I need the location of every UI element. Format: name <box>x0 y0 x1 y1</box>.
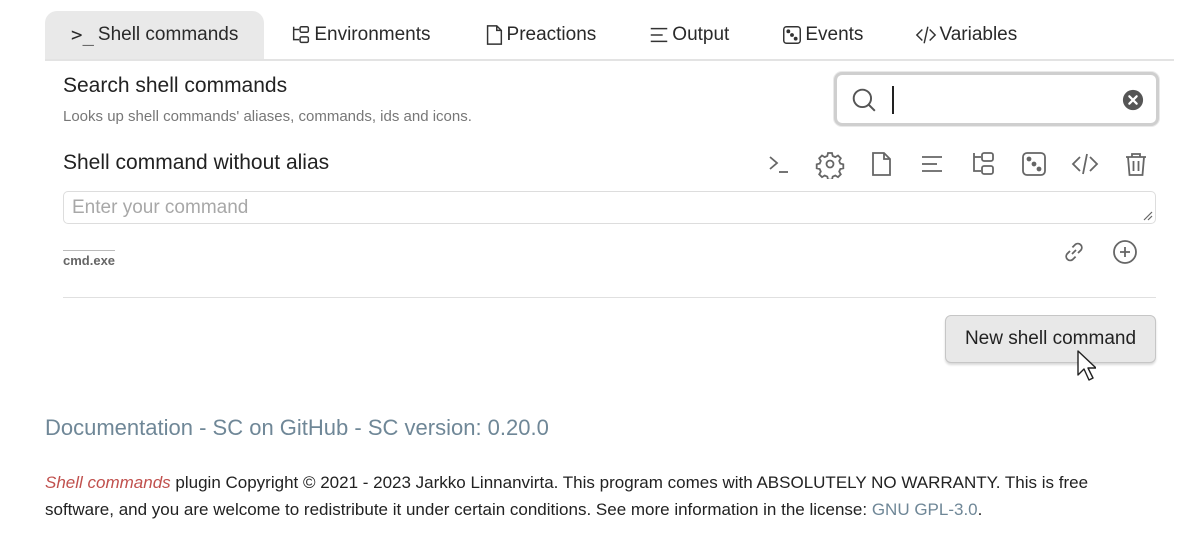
tab-label: Environments <box>314 24 431 45</box>
tab-shell-commands[interactable]: >_ Shell commands <box>45 11 265 59</box>
tab-label: Shell commands <box>97 24 239 45</box>
tree-icon[interactable] <box>968 149 998 179</box>
copyright-footer: Shell commands plugin Copyright © 2021 -… <box>45 469 1155 523</box>
github-link[interactable]: SC on GitHub <box>213 415 349 440</box>
search-box <box>834 72 1159 126</box>
text-caret <box>892 86 894 114</box>
terminal-icon: >_ <box>71 24 94 46</box>
version-link[interactable]: SC version: 0.20.0 <box>368 415 549 440</box>
command-input-wrapper <box>63 191 1156 224</box>
dice-icon <box>783 26 802 44</box>
tab-label: Events <box>805 24 864 45</box>
tab-bar: >_ Shell commands Environments Preaction… <box>45 11 1174 61</box>
tree-icon <box>293 26 310 44</box>
search-icon <box>852 88 876 112</box>
search-input[interactable] <box>889 81 1109 117</box>
lines-icon[interactable] <box>917 149 947 179</box>
terminal-icon[interactable] <box>764 149 794 179</box>
command-title: Shell command without alias <box>63 151 330 174</box>
file-icon <box>486 25 502 45</box>
divider <box>63 297 1156 298</box>
link-icon[interactable] <box>1059 237 1089 267</box>
tab-variables[interactable]: Variables <box>889 11 1043 59</box>
code-icon <box>916 26 937 44</box>
mouse-cursor-icon <box>1077 350 1096 381</box>
link-separator: - <box>348 415 368 440</box>
tab-environments[interactable]: Environments <box>264 11 456 59</box>
links-row: Documentation - SC on GitHub - SC versio… <box>45 415 549 441</box>
tab-preactions[interactable]: Preactions <box>457 11 623 59</box>
search-setting-description: Looks up shell commands' aliases, comman… <box>63 108 472 125</box>
documentation-link[interactable]: Documentation <box>45 415 193 440</box>
resize-handle-icon[interactable] <box>1141 209 1153 221</box>
settings-page: >_ Shell commands Environments Preaction… <box>0 0 1189 549</box>
license-link[interactable]: GNU GPL-3.0 <box>872 500 978 519</box>
trash-icon[interactable] <box>1121 149 1151 179</box>
clear-icon[interactable] <box>1122 89 1144 111</box>
dice-icon[interactable] <box>1019 149 1049 179</box>
tab-label: Output <box>672 24 730 45</box>
lines-icon <box>651 27 668 43</box>
command-input[interactable] <box>64 192 1155 223</box>
new-shell-command-button[interactable]: New shell command <box>945 315 1156 363</box>
plugin-name: Shell commands <box>45 473 171 492</box>
footer-end: . <box>977 500 983 519</box>
tab-output[interactable]: Output <box>622 11 755 59</box>
add-circle-icon[interactable] <box>1110 237 1140 267</box>
tab-label: Preactions <box>506 24 597 45</box>
shell-label: cmd.exe <box>63 250 116 268</box>
search-setting-title: Search shell commands <box>63 74 288 97</box>
gear-icon[interactable] <box>815 149 845 181</box>
file-icon[interactable] <box>866 149 896 179</box>
tab-label: Variables <box>939 24 1018 45</box>
link-separator: - <box>192 415 213 440</box>
code-icon[interactable] <box>1070 149 1100 179</box>
tab-events[interactable]: Events <box>755 11 889 59</box>
